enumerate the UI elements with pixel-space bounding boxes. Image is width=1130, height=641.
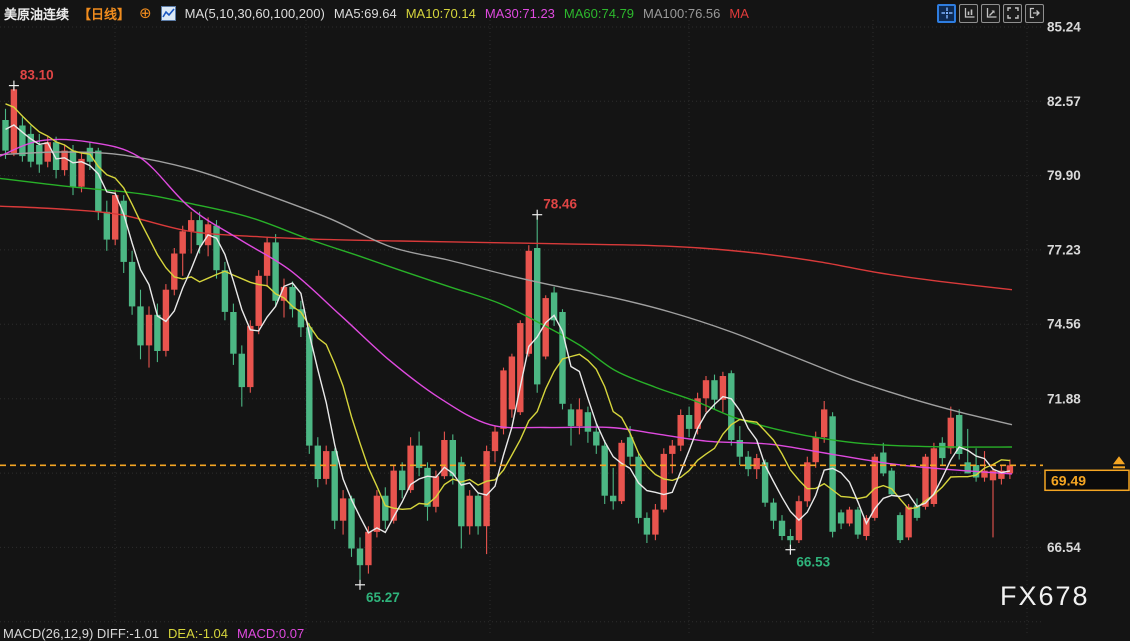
ma60-legend: MA60:74.79 [563,5,635,21]
candlestick-chart-canvas[interactable]: 69.4983.1078.4665.2766.5385.2482.5779.90… [0,0,1130,634]
crosshair-icon[interactable] [937,3,956,23]
high-price-annotation: 83.10 [20,68,54,83]
period-label: 【日线】 [78,6,131,22]
y-axis-label: 71.88 [1047,391,1081,406]
y-axis-label: 79.90 [1047,168,1081,183]
axis-scale-icon[interactable] [959,3,978,23]
y-axis-label: 77.23 [1047,242,1081,257]
line-chart-icon [160,5,176,21]
indicator-trend-icon[interactable] [981,3,1000,23]
ma30-legend: MA30:71.23 [484,5,555,21]
ma100-legend: MA100:76.56 [643,5,721,21]
current-price-label: 69.49 [1051,472,1086,488]
symbol-title: 美原油连续 [4,6,70,22]
y-axis-label: 66.54 [1047,540,1081,555]
fullscreen-icon[interactable] [1003,3,1022,23]
add-symbol-icon[interactable]: ⊕ [139,6,152,21]
ma5-legend: MA5:69.64 [333,5,397,21]
export-icon[interactable] [1025,3,1044,23]
ma10-legend: MA10:70.14 [405,5,476,21]
y-axis-label: 82.57 [1047,94,1081,109]
ma200-legend: MA [729,5,749,21]
y-axis-label: 74.56 [1047,317,1081,332]
ma-group-label: MA(5,10,30,60,100,200) [184,5,325,21]
fx678-watermark: FX678 [1000,581,1090,611]
chart-header: 美原油连续 【日线】 ⊕ MA(5,10,30,60,100,200) MA5:… [0,0,1130,26]
high-price-annotation: 78.46 [543,197,577,212]
chart-toolbar [937,3,1044,23]
low-price-annotation: 66.53 [796,555,830,570]
low-price-annotation: 65.27 [366,590,400,605]
